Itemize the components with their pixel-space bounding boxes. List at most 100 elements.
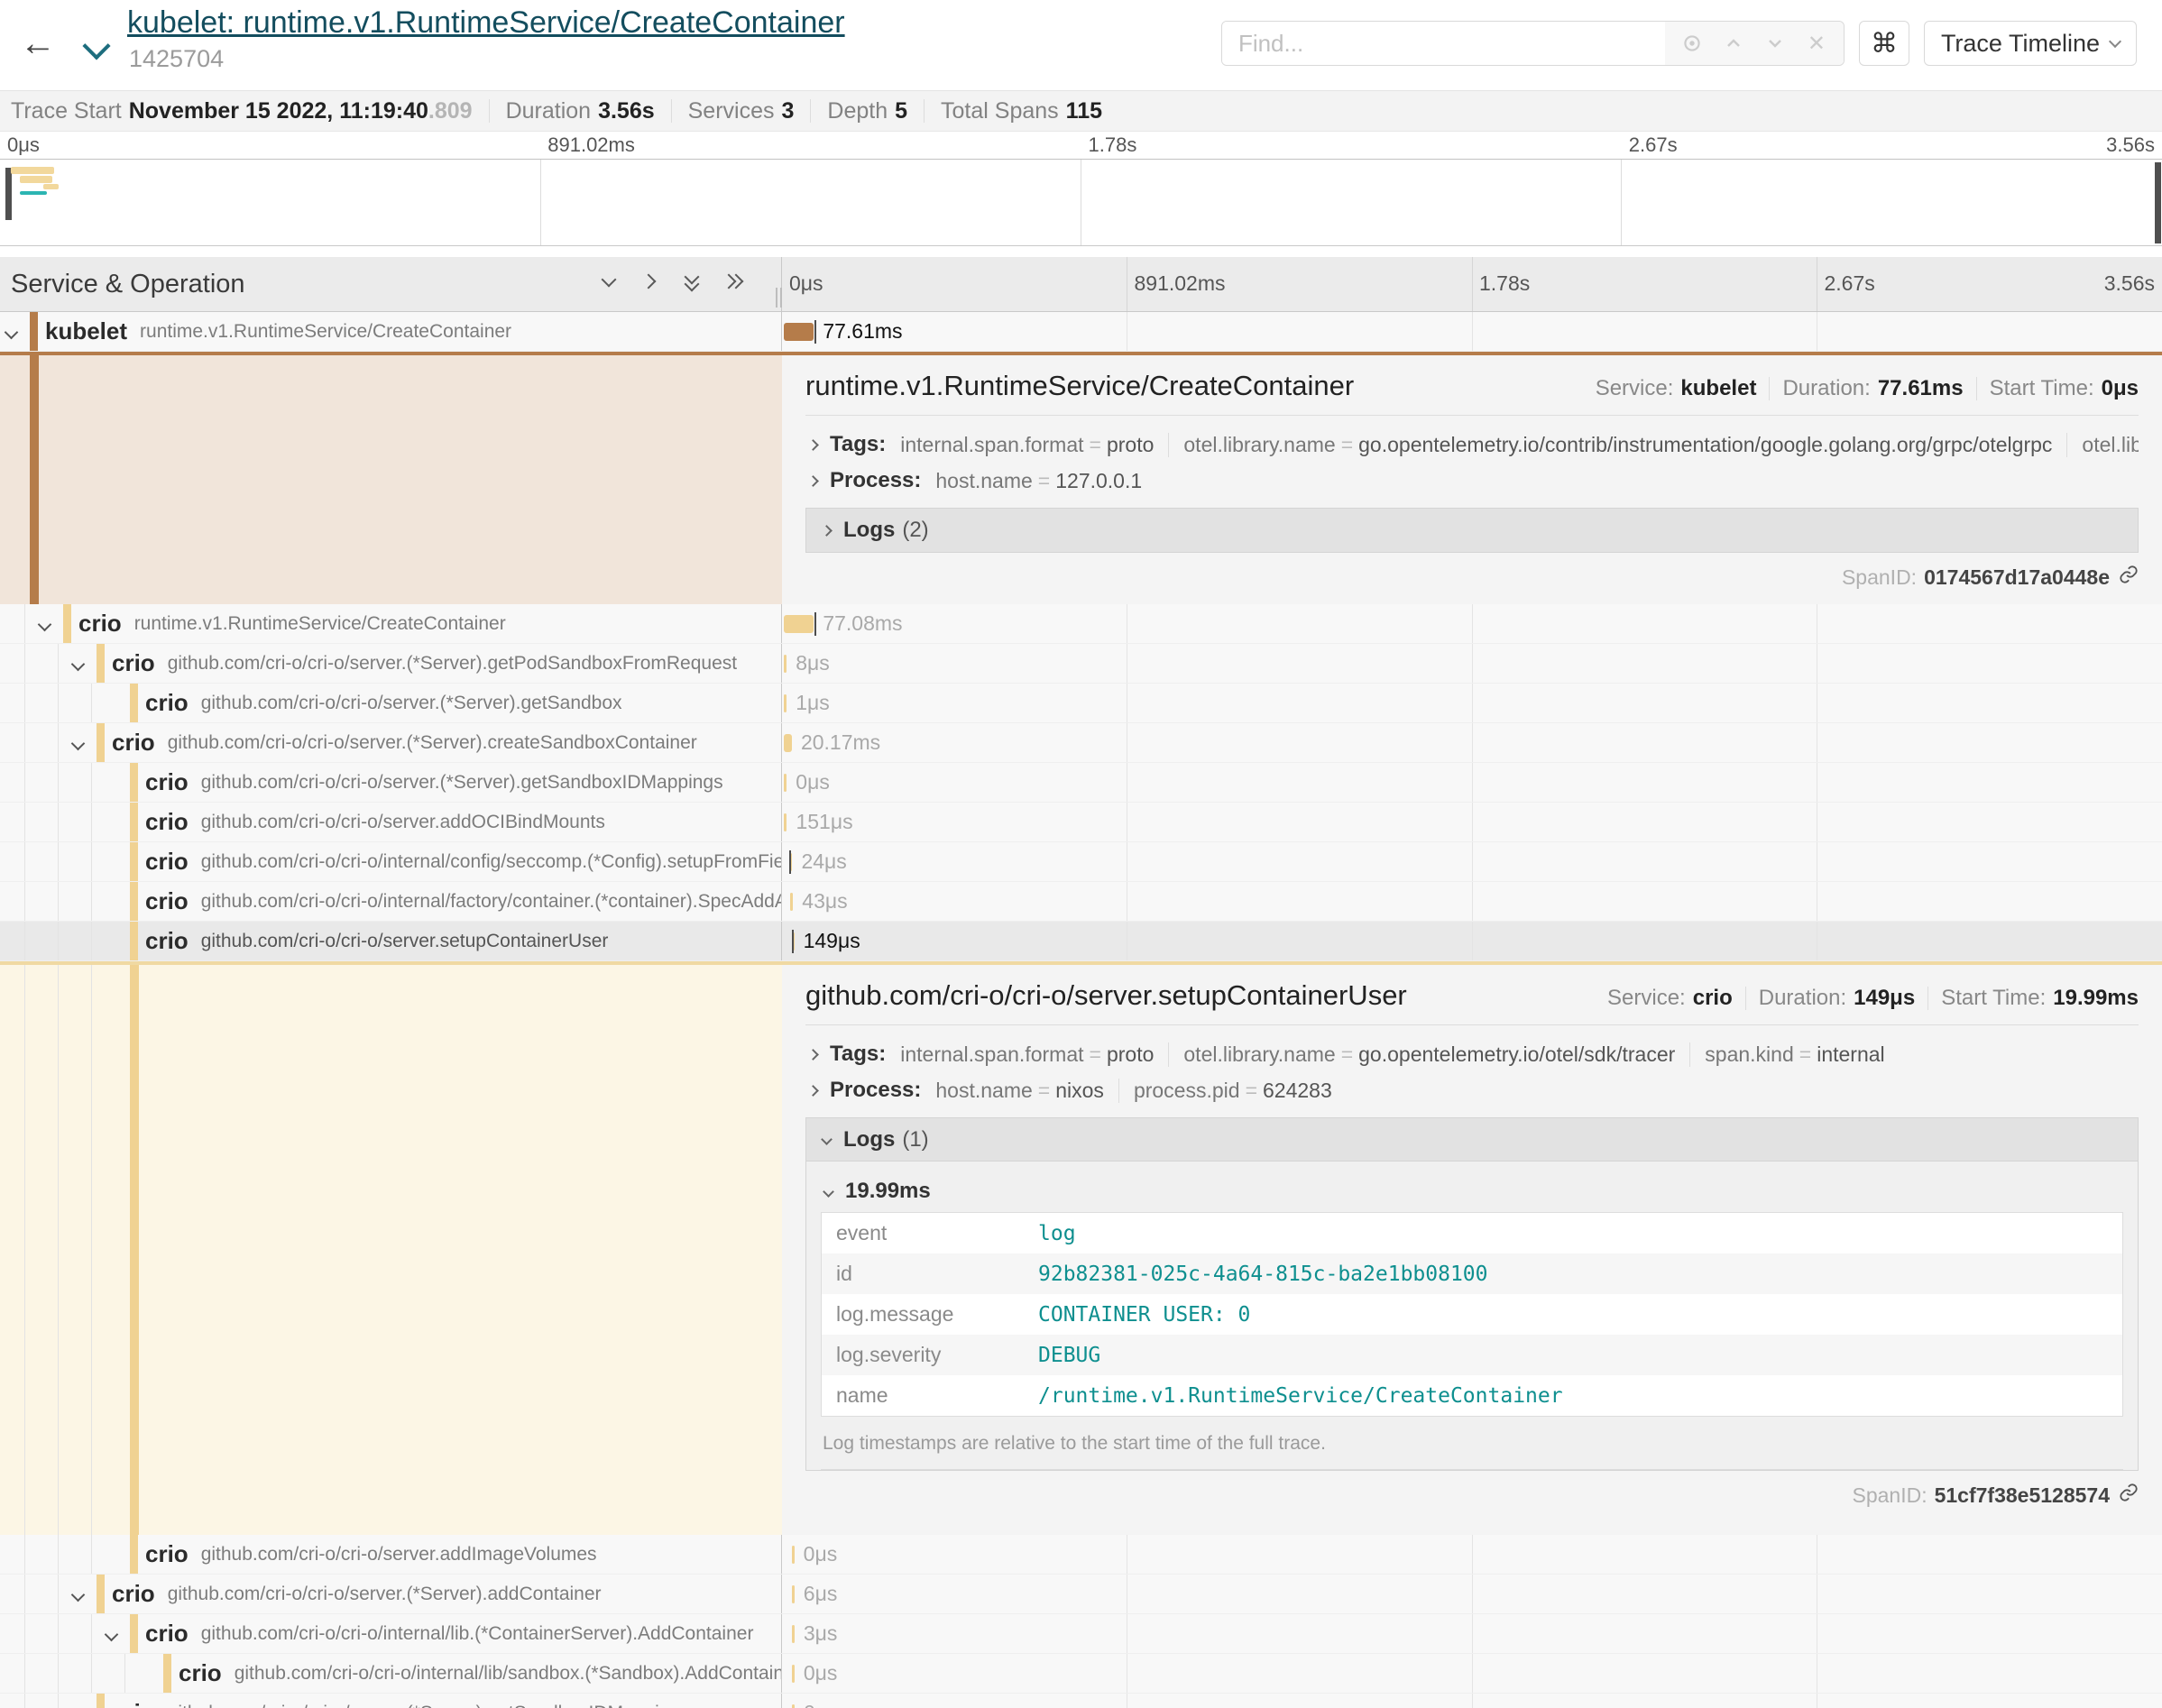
span-row[interactable]: criogithub.com/cri-o/cri-o/server.(*Serv… xyxy=(0,1575,2162,1614)
span-row[interactable]: crioruntime.v1.RuntimeService/CreateCont… xyxy=(0,604,2162,644)
span-name-cell[interactable]: crioruntime.v1.RuntimeService/CreateCont… xyxy=(0,604,782,643)
span-duration-bar[interactable] xyxy=(792,1704,795,1708)
log-entry-accordion[interactable]: 19.99ms xyxy=(821,1174,2123,1208)
span-name-cell[interactable]: kubeletruntime.v1.RuntimeService/CreateC… xyxy=(0,312,782,351)
span-duration-bar[interactable] xyxy=(784,655,787,673)
focus-match-icon[interactable] xyxy=(1674,25,1710,61)
span-duration-bar[interactable] xyxy=(792,1546,795,1564)
timeline-cell[interactable]: 151μs xyxy=(782,803,2162,841)
operation-name: github.com/cri-o/cri-o/server.(*Server).… xyxy=(201,772,723,794)
trace-view-selector[interactable]: Trace Timeline xyxy=(1924,21,2137,66)
timeline-cell[interactable]: 149μs xyxy=(782,922,2162,960)
service-name: crio xyxy=(145,927,189,955)
minimap-canvas[interactable] xyxy=(0,159,2162,246)
span-row[interactable]: kubeletruntime.v1.RuntimeService/CreateC… xyxy=(0,312,2162,352)
span-name-cell[interactable]: criogithub.com/cri-o/cri-o/internal/conf… xyxy=(0,842,782,881)
span-row[interactable]: criogithub.com/cri-o/cri-o/server.(*Serv… xyxy=(0,1694,2162,1708)
operation-name: github.com/cri-o/cri-o/server.addImageVo… xyxy=(201,1544,597,1566)
span-duration-bar[interactable] xyxy=(784,323,814,341)
span-duration-bar[interactable] xyxy=(792,1625,795,1643)
span-duration-label: 151μs xyxy=(796,810,852,834)
span-duration-bar[interactable] xyxy=(784,615,814,633)
deep-link-icon[interactable] xyxy=(2119,1483,2139,1508)
timeline-cell[interactable]: 8μs xyxy=(782,644,2162,683)
expand-one-icon[interactable] xyxy=(640,271,664,295)
span-name-cell[interactable]: criogithub.com/cri-o/cri-o/server.(*Serv… xyxy=(0,723,782,762)
minimap-right-handle[interactable] xyxy=(2155,162,2161,243)
timeline-cell[interactable]: 24μs xyxy=(782,842,2162,881)
span-duration-label: 8μs xyxy=(796,651,830,675)
keyboard-shortcuts-button[interactable]: ⌘ xyxy=(1859,21,1909,66)
span-name-cell[interactable]: criogithub.com/cri-o/cri-o/internal/lib/… xyxy=(0,1654,782,1693)
span-name-cell[interactable]: criogithub.com/cri-o/cri-o/server.(*Serv… xyxy=(0,684,782,722)
span-row[interactable]: criogithub.com/cri-o/cri-o/internal/lib/… xyxy=(0,1654,2162,1694)
find-input[interactable] xyxy=(1222,22,1665,65)
span-row[interactable]: criogithub.com/cri-o/cri-o/server.setupC… xyxy=(0,922,2162,961)
timeline-cell[interactable]: 0μs xyxy=(782,1694,2162,1708)
span-duration-bar[interactable] xyxy=(784,774,787,792)
span-row[interactable]: criogithub.com/cri-o/cri-o/server.(*Serv… xyxy=(0,684,2162,723)
collapse-trace-header-icon[interactable] xyxy=(82,32,110,60)
minimap-left-handle[interactable] xyxy=(5,168,12,220)
span-duration-bar[interactable] xyxy=(792,1585,795,1603)
span-duration-bar[interactable] xyxy=(784,813,787,831)
span-name-cell[interactable]: criogithub.com/cri-o/cri-o/server.(*Serv… xyxy=(0,1575,782,1613)
timeline-cell[interactable]: 77.61ms xyxy=(782,312,2162,351)
trace-title-link[interactable]: kubelet: runtime.v1.RuntimeService/Creat… xyxy=(127,5,845,41)
trace-summary-bar: Trace Start November 15 2022, 11:19:40 .… xyxy=(0,90,2162,132)
span-name-cell[interactable]: criogithub.com/cri-o/cri-o/internal/lib.… xyxy=(0,1614,782,1653)
span-duration-label: 0μs xyxy=(804,1542,838,1566)
collapse-one-icon[interactable] xyxy=(599,271,622,295)
span-name-cell[interactable]: criogithub.com/cri-o/cri-o/server.addOCI… xyxy=(0,803,782,841)
tag-item: otel.library.v… xyxy=(2066,433,2139,457)
clear-find-icon[interactable]: ✕ xyxy=(1799,25,1835,61)
tags-accordion[interactable]: Tags: internal.span.format=protootel.lib… xyxy=(805,427,2139,463)
span-name-cell[interactable]: criogithub.com/cri-o/cri-o/internal/fact… xyxy=(0,882,782,921)
span-name-cell[interactable]: criogithub.com/cri-o/cri-o/server.(*Serv… xyxy=(0,644,782,683)
span-row[interactable]: criogithub.com/cri-o/cri-o/internal/conf… xyxy=(0,842,2162,882)
logs-accordion[interactable]: Logs (1) xyxy=(806,1118,2138,1162)
timeline-cell[interactable]: 43μs xyxy=(782,882,2162,921)
timeline-cell[interactable]: 6μs xyxy=(782,1575,2162,1613)
span-row[interactable]: criogithub.com/cri-o/cri-o/server.addOCI… xyxy=(0,803,2162,842)
logs-count: (2) xyxy=(902,518,928,543)
collapse-all-icon[interactable] xyxy=(682,271,705,295)
span-duration-bar[interactable] xyxy=(784,694,787,712)
span-duration-bar[interactable] xyxy=(792,1665,795,1683)
span-row[interactable]: criogithub.com/cri-o/cri-o/internal/lib.… xyxy=(0,1614,2162,1654)
service-value: kubelet xyxy=(1680,376,1756,401)
tick-label: 2.67s xyxy=(1629,133,1678,157)
process-accordion[interactable]: Process: host.name=nixosprocess.pid=6242… xyxy=(805,1072,2139,1108)
timeline-cell[interactable]: 0μs xyxy=(782,1654,2162,1693)
span-row[interactable]: crio github.com/cri-o/cri-o/server.(*Serv… xyxy=(0,763,2162,803)
span-name-cell[interactable]: criogithub.com/cri-o/cri-o/server.setupC… xyxy=(0,922,782,960)
span-name-cell[interactable]: crio github.com/cri-o/cri-o/server.(*Serv… xyxy=(0,763,782,802)
back-arrow-icon[interactable]: ← xyxy=(20,23,56,63)
log-field-value: CONTAINER USER: 0 xyxy=(1038,1303,1250,1327)
logs-count: (1) xyxy=(902,1127,928,1152)
span-row[interactable]: criogithub.com/cri-o/cri-o/server.addIma… xyxy=(0,1535,2162,1575)
span-duration-bar[interactable] xyxy=(790,893,793,911)
timeline-cell[interactable]: 1μs xyxy=(782,684,2162,722)
span-row[interactable]: criogithub.com/cri-o/cri-o/internal/fact… xyxy=(0,882,2162,922)
tags-accordion[interactable]: Tags: internal.span.format=protootel.lib… xyxy=(805,1036,2139,1072)
tag-item: otel.library.name=go.opentelemetry.io/co… xyxy=(1168,433,2052,457)
prev-match-icon[interactable] xyxy=(1716,25,1752,61)
timeline-cell[interactable]: 20.17ms xyxy=(782,723,2162,762)
operation-name: github.com/cri-o/cri-o/server.(*Server).… xyxy=(201,693,622,714)
span-row[interactable]: criogithub.com/cri-o/cri-o/server.(*Serv… xyxy=(0,723,2162,763)
span-row[interactable]: criogithub.com/cri-o/cri-o/server.(*Serv… xyxy=(0,644,2162,684)
service-name: crio xyxy=(145,768,189,796)
logs-accordion[interactable]: Logs (2) xyxy=(806,509,2138,552)
span-name-cell[interactable]: criogithub.com/cri-o/cri-o/server.(*Serv… xyxy=(0,1694,782,1708)
expand-all-icon[interactable] xyxy=(723,271,747,295)
process-accordion[interactable]: Process: host.name=127.0.0.1 xyxy=(805,463,2139,499)
deep-link-icon[interactable] xyxy=(2119,565,2139,590)
span-duration-bar[interactable] xyxy=(784,734,792,752)
timeline-cell[interactable]: 0μs xyxy=(782,1535,2162,1574)
next-match-icon[interactable] xyxy=(1757,25,1793,61)
timeline-cell[interactable]: 3μs xyxy=(782,1614,2162,1653)
timeline-cell[interactable]: 77.08ms xyxy=(782,604,2162,643)
timeline-cell[interactable]: 0μs xyxy=(782,763,2162,802)
span-name-cell[interactable]: criogithub.com/cri-o/cri-o/server.addIma… xyxy=(0,1535,782,1574)
